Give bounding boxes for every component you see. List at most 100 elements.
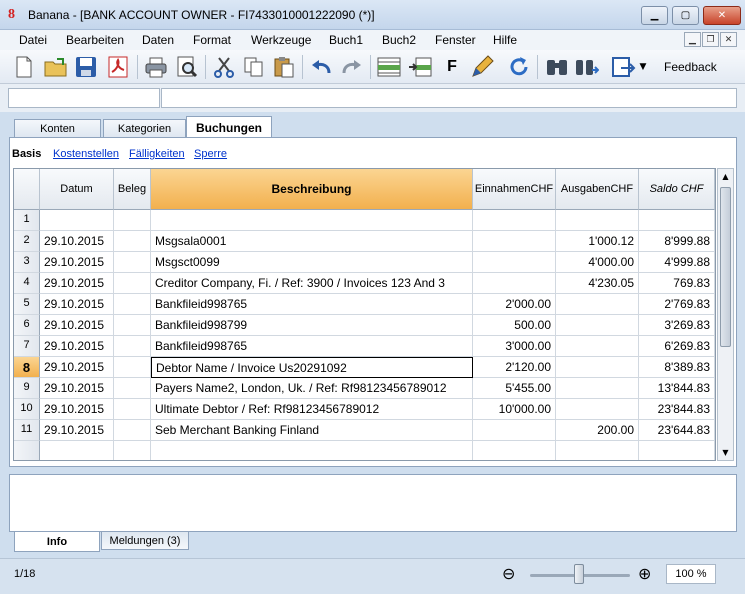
table-row[interactable]: 9 29.10.2015 Payers Name2, London, Uk. / R…	[14, 378, 715, 399]
cell-einnahmen[interactable]: 3'000.00	[473, 336, 556, 357]
zoom-slider-thumb[interactable]	[574, 564, 584, 584]
cell-einnahmen[interactable]	[473, 420, 556, 441]
edit-icon[interactable]	[468, 53, 496, 81]
tab-buchungen[interactable]: Buchungen	[186, 116, 272, 138]
tab-meldungen[interactable]: Meldungen (3)	[101, 532, 189, 550]
refresh-icon[interactable]	[505, 53, 533, 81]
cell-beschreibung[interactable]	[151, 441, 473, 460]
find-next-icon[interactable]	[573, 53, 601, 81]
table-row[interactable]: 2 29.10.2015 Msgsala0001 1'000.12 8'999.88	[14, 231, 715, 252]
cell-einnahmen[interactable]: 10'000.00	[473, 399, 556, 420]
table-row[interactable]: 8 29.10.2015 Debtor Name / Invoice Us20291…	[14, 357, 715, 378]
tab-kategorien[interactable]: Kategorien	[103, 119, 186, 138]
tab-konten[interactable]: Konten	[14, 119, 101, 138]
cell-beschreibung[interactable]	[151, 210, 473, 231]
redo-icon[interactable]	[338, 53, 366, 81]
new-file-icon[interactable]	[10, 53, 38, 81]
close-button[interactable]: ✕	[703, 6, 741, 25]
scroll-up-icon[interactable]: ▲	[718, 169, 733, 184]
column-header-beschreibung[interactable]: Beschreibung	[151, 169, 473, 210]
cell-beschreibung[interactable]: Creditor Company, Fi. / Ref: 3900 / Invo…	[151, 273, 473, 294]
table-row[interactable]: 5 29.10.2015 Bankfileid998765 2'000.00 2'769…	[14, 294, 715, 315]
cell-beschreibung[interactable]: Ultimate Debtor / Ref: Rf98123456789012	[151, 399, 473, 420]
cell-ausgaben[interactable]	[556, 441, 639, 460]
column-header-beleg[interactable]: Beleg	[114, 169, 151, 210]
cell-datum[interactable]: 29.10.2015	[40, 336, 114, 357]
cell-beleg[interactable]	[114, 273, 151, 294]
mdi-minimize-button[interactable]: ▁	[684, 32, 701, 47]
cell-beleg[interactable]	[114, 399, 151, 420]
pdf-icon[interactable]	[104, 53, 132, 81]
maximize-button[interactable]: ▢	[672, 6, 699, 25]
vertical-scrollbar[interactable]: ▲ ▼	[717, 168, 734, 461]
cell-saldo[interactable]	[639, 441, 715, 460]
cell-beschreibung[interactable]: Seb Merchant Banking Finland	[151, 420, 473, 441]
cell-einnahmen[interactable]: 2'120.00	[473, 357, 556, 378]
cell-einnahmen[interactable]: 500.00	[473, 315, 556, 336]
print-icon[interactable]	[142, 53, 170, 81]
cell-beschreibung[interactable]: Msgsct0099	[151, 252, 473, 273]
cell-datum[interactable]: 29.10.2015	[40, 399, 114, 420]
cell-ausgaben[interactable]	[556, 357, 639, 378]
menu-buch1[interactable]: Buch1	[329, 33, 363, 47]
cell-einnahmen[interactable]	[473, 210, 556, 231]
cell-beleg[interactable]	[114, 420, 151, 441]
cell-ausgaben[interactable]: 4'000.00	[556, 252, 639, 273]
view-basis[interactable]: Basis	[12, 148, 41, 160]
cell-beleg[interactable]	[114, 315, 151, 336]
table-row[interactable]: 3 29.10.2015 Msgsct0099 4'000.00 4'999.88	[14, 252, 715, 273]
menu-buch2[interactable]: Buch2	[382, 33, 416, 47]
cell-einnahmen[interactable]: 5'455.00	[473, 378, 556, 399]
cell-ausgaben[interactable]	[556, 210, 639, 231]
column-header-datum[interactable]: Datum	[40, 169, 114, 210]
move-row-icon[interactable]	[406, 53, 434, 81]
cell-saldo[interactable]: 8'999.88	[639, 231, 715, 252]
cell-beschreibung[interactable]: Bankfileid998799	[151, 315, 473, 336]
cell-beleg[interactable]	[114, 294, 151, 315]
cell-einnahmen[interactable]: 2'000.00	[473, 294, 556, 315]
cell-saldo[interactable]: 769.83	[639, 273, 715, 294]
cell-datum[interactable]: 29.10.2015	[40, 294, 114, 315]
menu-datei[interactable]: Datei	[19, 33, 47, 47]
cell-saldo[interactable]: 2'769.83	[639, 294, 715, 315]
copy-icon[interactable]	[240, 53, 268, 81]
table-row[interactable]: 4 29.10.2015 Creditor Company, Fi. / Ref: …	[14, 273, 715, 294]
cell-einnahmen[interactable]	[473, 441, 556, 460]
scrollbar-thumb[interactable]	[720, 187, 731, 347]
cell-einnahmen[interactable]	[473, 231, 556, 252]
cell-beleg[interactable]	[114, 231, 151, 252]
cell-ausgaben[interactable]	[556, 294, 639, 315]
cell-saldo[interactable]: 8'389.83	[639, 357, 715, 378]
cell-datum[interactable]	[40, 441, 114, 460]
menu-fenster[interactable]: Fenster	[435, 33, 476, 47]
cell-beleg[interactable]	[114, 378, 151, 399]
cell-ausgaben[interactable]: 200.00	[556, 420, 639, 441]
table-row[interactable]: 6 29.10.2015 Bankfileid998799 500.00 3'269.8…	[14, 315, 715, 336]
cell-saldo[interactable]: 4'999.88	[639, 252, 715, 273]
cell-beschreibung[interactable]: Msgsala0001	[151, 231, 473, 252]
cell-beleg[interactable]	[114, 210, 151, 231]
undo-icon[interactable]	[307, 53, 335, 81]
cut-icon[interactable]	[210, 53, 238, 81]
menu-bearbeiten[interactable]: Bearbeiten	[66, 33, 124, 47]
cell-einnahmen[interactable]	[473, 273, 556, 294]
chevron-down-icon[interactable]: ▼	[637, 53, 649, 81]
table-row[interactable]: 7 29.10.2015 Bankfileid998765 3'000.00 6'269…	[14, 336, 715, 357]
cell-ausgaben[interactable]: 1'000.12	[556, 231, 639, 252]
zoom-level[interactable]: 100 %	[666, 564, 716, 584]
minimize-button[interactable]: ▁	[641, 6, 668, 25]
cell-beleg[interactable]	[114, 357, 151, 378]
cell-ausgaben[interactable]	[556, 399, 639, 420]
zoom-in-icon[interactable]: ⊕	[638, 564, 651, 583]
cell-datum[interactable]: 29.10.2015	[40, 357, 114, 378]
find-icon[interactable]	[543, 53, 571, 81]
print-preview-icon[interactable]	[173, 53, 201, 81]
cell-saldo[interactable]	[639, 210, 715, 231]
menu-werkzeuge[interactable]: Werkzeuge	[251, 33, 311, 47]
insert-row-icon[interactable]	[375, 53, 403, 81]
cell-saldo[interactable]: 23'844.83	[639, 399, 715, 420]
cell-beschreibung[interactable]: Payers Name2, London, Uk. / Ref: Rf98123…	[151, 378, 473, 399]
cell-ausgaben[interactable]	[556, 315, 639, 336]
table-row[interactable]	[14, 441, 715, 460]
menu-daten[interactable]: Daten	[142, 33, 174, 47]
